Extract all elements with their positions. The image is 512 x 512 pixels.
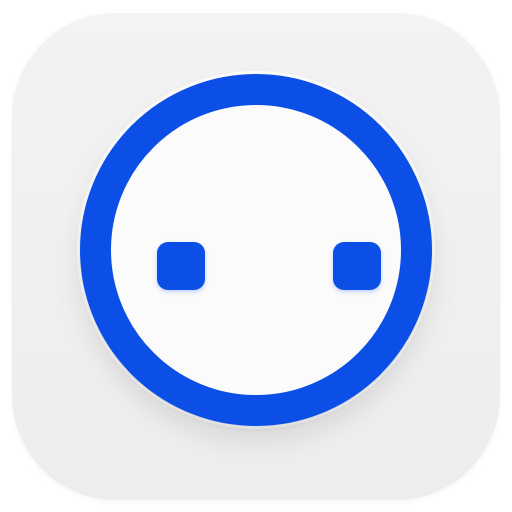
left-eye-icon (157, 242, 205, 290)
right-eye-icon (333, 242, 381, 290)
icon-canvas (0, 0, 512, 512)
app-icon[interactable] (12, 12, 500, 500)
face-icon (80, 74, 432, 426)
